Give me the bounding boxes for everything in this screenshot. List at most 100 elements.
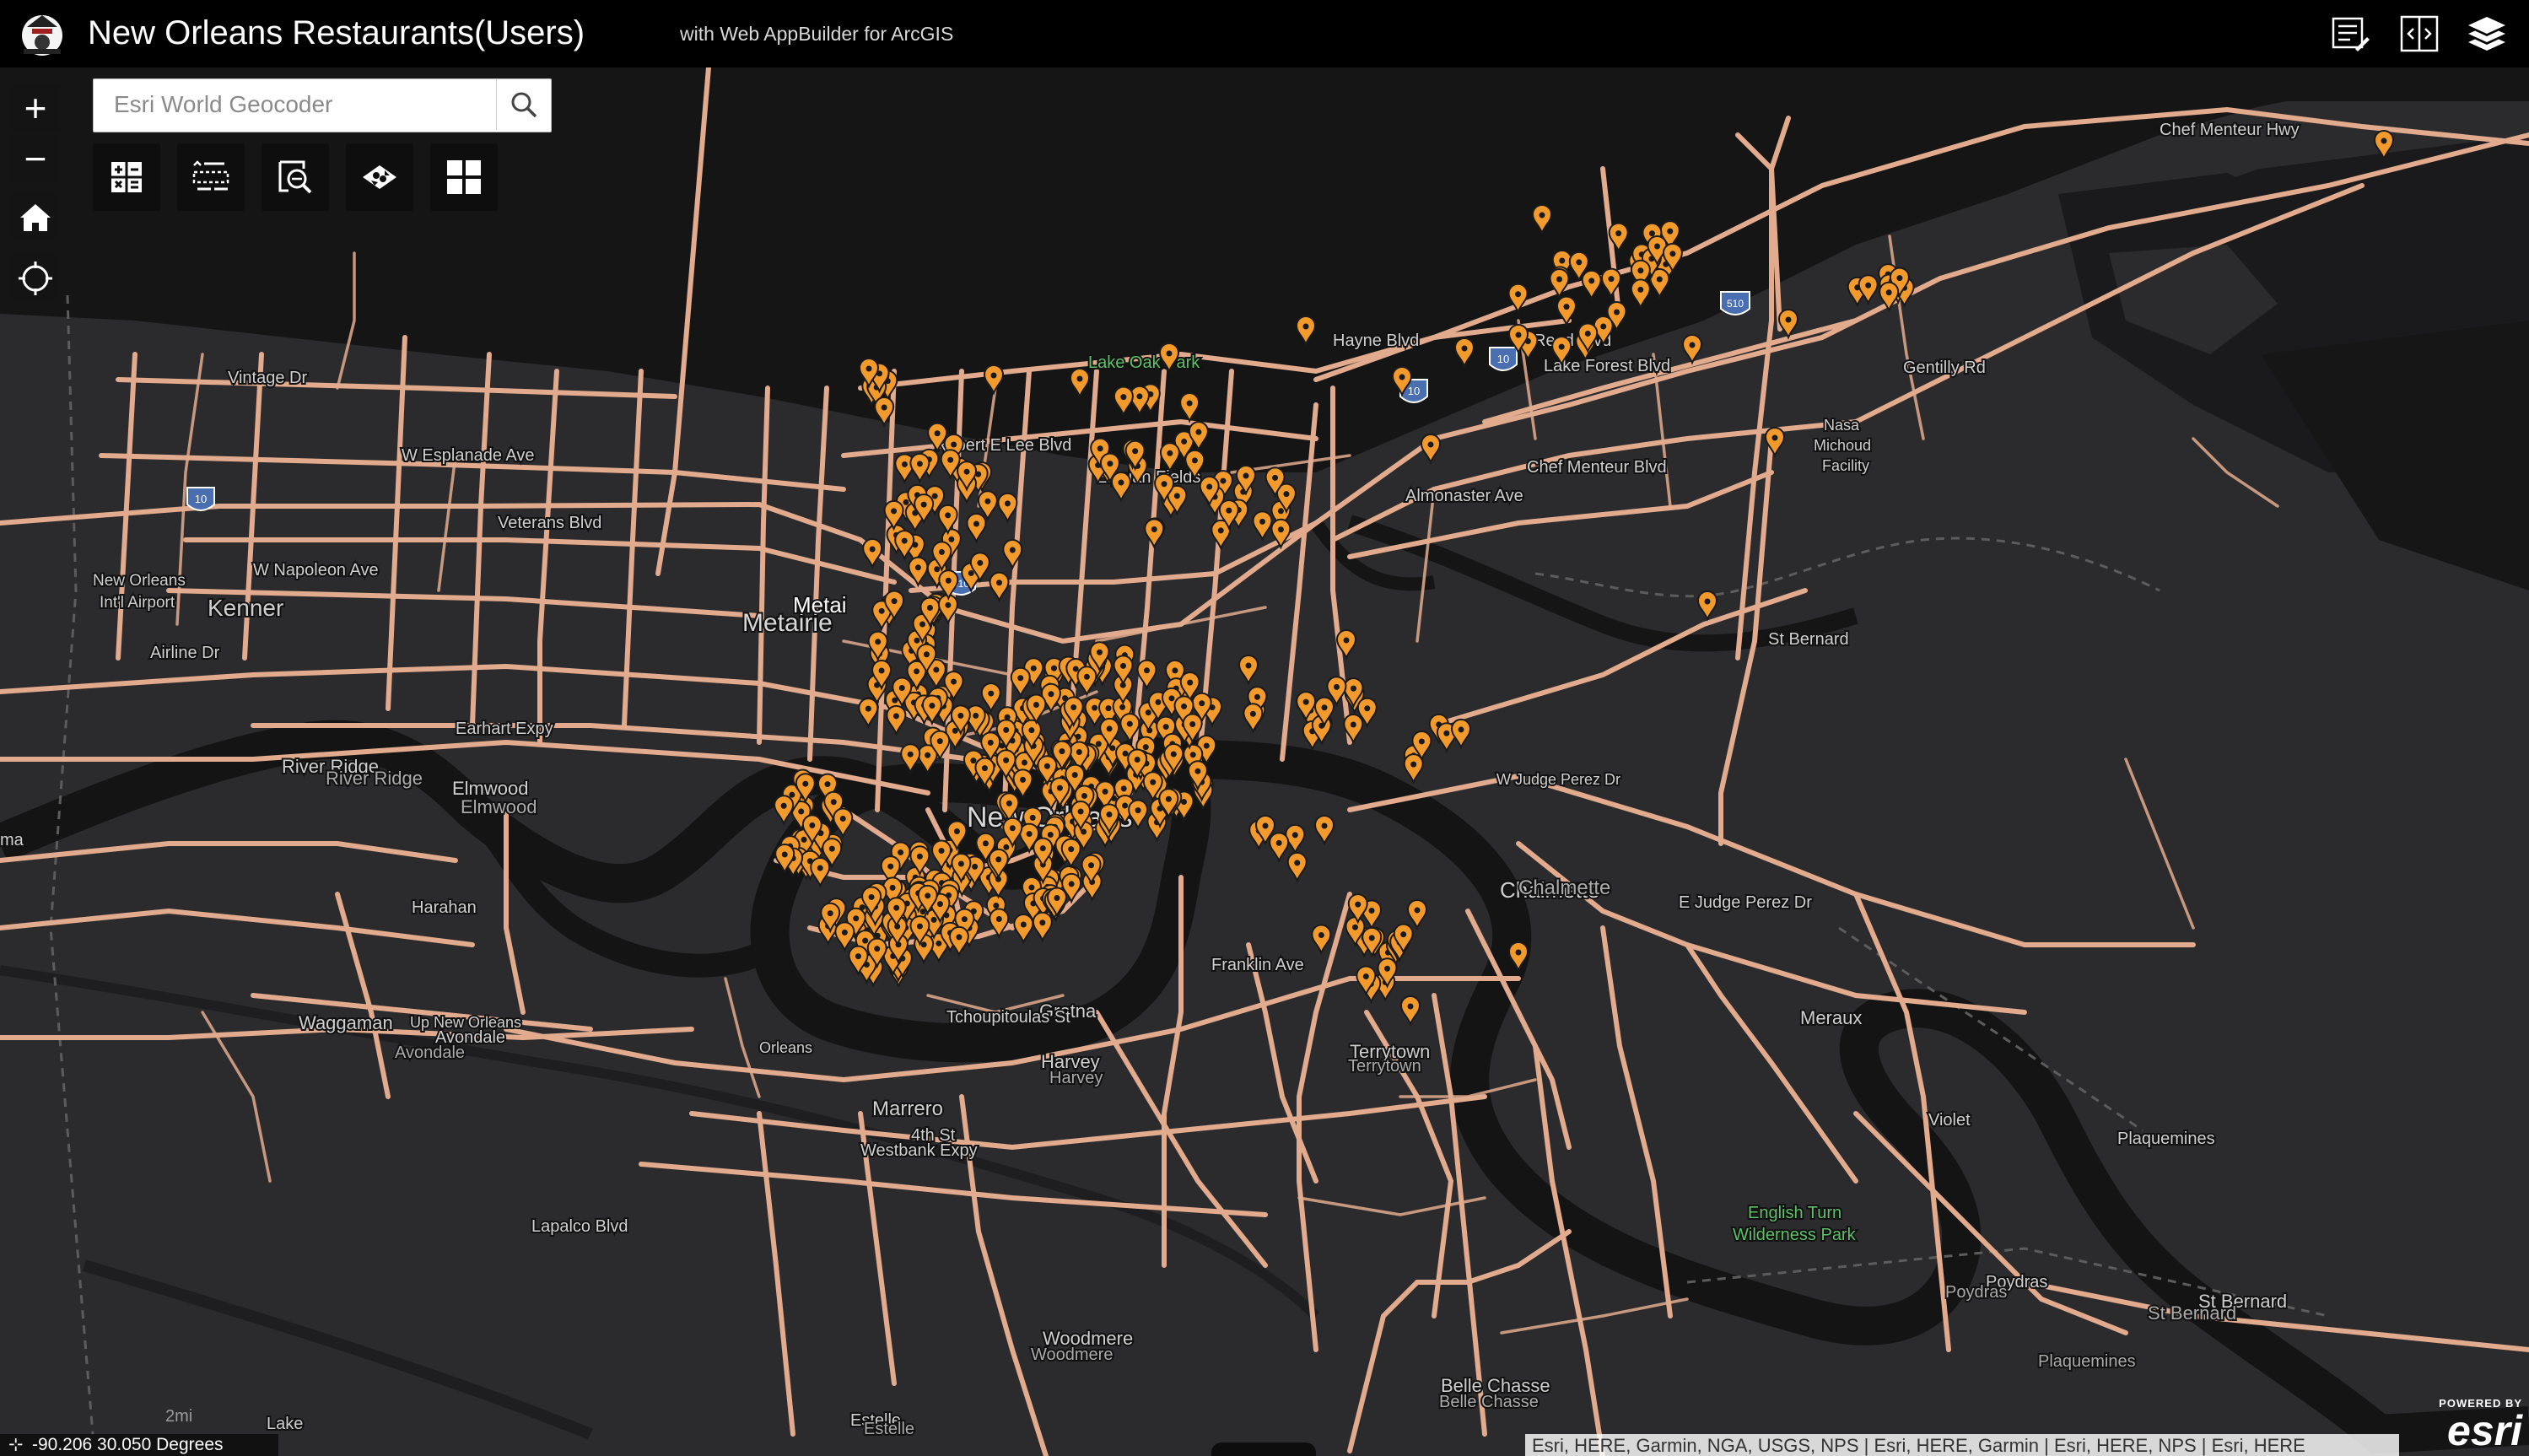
legend-icon xyxy=(192,160,229,191)
restaurant-marker-dot xyxy=(1017,675,1024,682)
restaurant-marker-dot xyxy=(914,668,920,675)
restaurant-marker-dot xyxy=(1515,291,1522,298)
restaurant-marker-dot xyxy=(1189,752,1196,758)
restaurant-marker-dot xyxy=(781,851,788,858)
query-widget-button[interactable] xyxy=(262,143,329,211)
restaurant-marker-dot xyxy=(1407,1003,1414,1010)
esri-logo[interactable]: POWERED BY esri xyxy=(2413,1397,2522,1456)
restaurant-marker-dot xyxy=(1143,667,1150,674)
restaurant-marker-dot xyxy=(1614,309,1620,315)
zoom-out-button[interactable]: − xyxy=(12,135,59,182)
restaurant-marker-dot xyxy=(1120,785,1127,792)
restaurant-marker-dot xyxy=(1181,703,1188,709)
restaurant-marker-dot xyxy=(1461,345,1468,352)
attribute-table-button[interactable] xyxy=(2328,12,2372,56)
locate-icon xyxy=(19,262,52,295)
restaurant-marker-dot xyxy=(919,621,926,628)
zoom-in-button[interactable]: + xyxy=(12,84,59,132)
restaurant-marker-dot xyxy=(1206,483,1213,490)
label-harvey-2: Harvey xyxy=(1049,1069,1103,1087)
restaurant-marker-dot xyxy=(1068,881,1075,887)
restaurant-marker-dot xyxy=(914,564,921,571)
restaurant-marker-dot xyxy=(1275,839,1282,846)
restaurant-marker-dot xyxy=(1368,935,1375,941)
restaurant-marker-dot xyxy=(1203,742,1210,749)
restaurant-marker-dot xyxy=(1539,212,1545,218)
restaurant-marker-dot xyxy=(1318,932,1324,939)
restaurant-marker-dot xyxy=(1106,725,1113,732)
label-elmwood-2: Elmwood xyxy=(461,796,537,817)
app-subtitle: with Web AppBuilder for ArcGIS xyxy=(680,23,954,45)
restaurant-marker-dot xyxy=(1162,724,1169,731)
restaurant-marker-dot xyxy=(1576,259,1583,266)
restaurant-marker-dot xyxy=(1088,862,1095,869)
restaurant-marker-dot xyxy=(1785,316,1792,323)
label-belle-chasse-2: Belle Chasse xyxy=(1439,1393,1539,1411)
restaurant-marker-dot xyxy=(1003,726,1010,733)
search-button[interactable] xyxy=(496,79,551,130)
label-napoleon: W Napoleon Ave xyxy=(253,561,379,580)
label-tchoupitoulas: Tchoupitoulas St xyxy=(946,1008,1070,1027)
label-up-new-orleans: Up New Orleans xyxy=(410,1014,521,1031)
restaurant-marker-dot xyxy=(1368,907,1375,914)
search-input[interactable] xyxy=(94,79,490,130)
widget-controller-button[interactable] xyxy=(430,143,498,211)
restaurant-marker-dot xyxy=(1168,695,1175,702)
restaurant-marker-dot xyxy=(1142,744,1149,751)
restaurant-marker-dot xyxy=(1021,759,1027,766)
legend-widget-button[interactable] xyxy=(177,143,245,211)
restaurant-marker-dot xyxy=(938,848,945,855)
restaurant-marker-dot xyxy=(1321,704,1328,711)
label-waggaman: Waggaman xyxy=(299,1012,393,1033)
label-meraux: Meraux xyxy=(1800,1007,1862,1028)
restaurant-marker-dot xyxy=(901,537,908,544)
label-chef-menteur-2: Chef Menteur Blvd xyxy=(1527,458,1667,477)
restaurant-marker-dot xyxy=(972,863,979,870)
label-judge-perez: E Judge Perez Dr xyxy=(1679,893,1812,912)
svg-text:10: 10 xyxy=(195,493,207,505)
bottom-panel-handle[interactable] xyxy=(1211,1443,1316,1456)
layer-list-button[interactable] xyxy=(2465,12,2509,56)
restaurant-marker-dot xyxy=(1003,844,1010,850)
restaurant-marker-dot xyxy=(981,765,988,772)
restaurant-marker-dot xyxy=(1588,278,1595,284)
coordinate-readout: ⊹ -90.206 30.050 Degrees xyxy=(0,1434,278,1456)
label-violet: Violet xyxy=(1928,1111,1971,1130)
scale-bar-label: 2mi xyxy=(165,1407,193,1426)
restaurant-marker-dot xyxy=(1384,965,1391,972)
restaurant-marker-dot xyxy=(862,937,869,944)
restaurant-marker-dot xyxy=(936,901,943,908)
restaurant-marker-dot xyxy=(881,404,887,411)
restaurant-marker-dot xyxy=(963,468,970,475)
restaurant-marker-dot xyxy=(1515,332,1522,338)
restaurant-marker-dot xyxy=(920,501,927,508)
restaurant-marker-dot xyxy=(1006,800,1012,806)
svg-text:10: 10 xyxy=(1408,385,1420,397)
restaurant-marker-dot xyxy=(1126,720,1133,727)
restaurant-marker-dot xyxy=(1189,721,1196,728)
split-panel-button[interactable] xyxy=(2397,12,2441,56)
restaurant-marker-dot xyxy=(874,946,881,952)
restaurant-marker-dot xyxy=(1689,342,1696,348)
map-view[interactable]: 10 10 10 610 510 New Orleans Metairie Me… xyxy=(0,67,2529,1456)
label-avondale-2: Avondale xyxy=(395,1043,465,1062)
home-button[interactable] xyxy=(12,194,59,241)
restaurant-marker-dot xyxy=(1003,757,1010,763)
restaurant-marker-dot xyxy=(1350,721,1356,728)
restaurant-marker-dot xyxy=(1259,518,1266,525)
restaurant-marker-dot xyxy=(1355,901,1362,908)
restaurant-marker-dot xyxy=(947,456,954,463)
restaurant-marker-dot xyxy=(1243,472,1249,479)
restaurant-marker-dot xyxy=(1191,457,1198,464)
label-hayne: Hayne Blvd xyxy=(1333,332,1419,350)
locate-button[interactable] xyxy=(12,255,59,302)
coordinate-icon[interactable]: ⊹ xyxy=(8,1434,32,1456)
label-fourth-st: 4th St xyxy=(911,1126,956,1145)
calculator-widget-button[interactable] xyxy=(93,143,160,211)
restaurant-marker-dot xyxy=(1637,267,1644,274)
restaurant-marker-dot xyxy=(1134,757,1140,763)
label-ma: ma xyxy=(0,831,24,849)
basemap-gallery-widget-button[interactable] xyxy=(346,143,413,211)
restaurant-marker-dot xyxy=(1362,973,1369,979)
restaurant-marker-dot xyxy=(1226,507,1232,514)
